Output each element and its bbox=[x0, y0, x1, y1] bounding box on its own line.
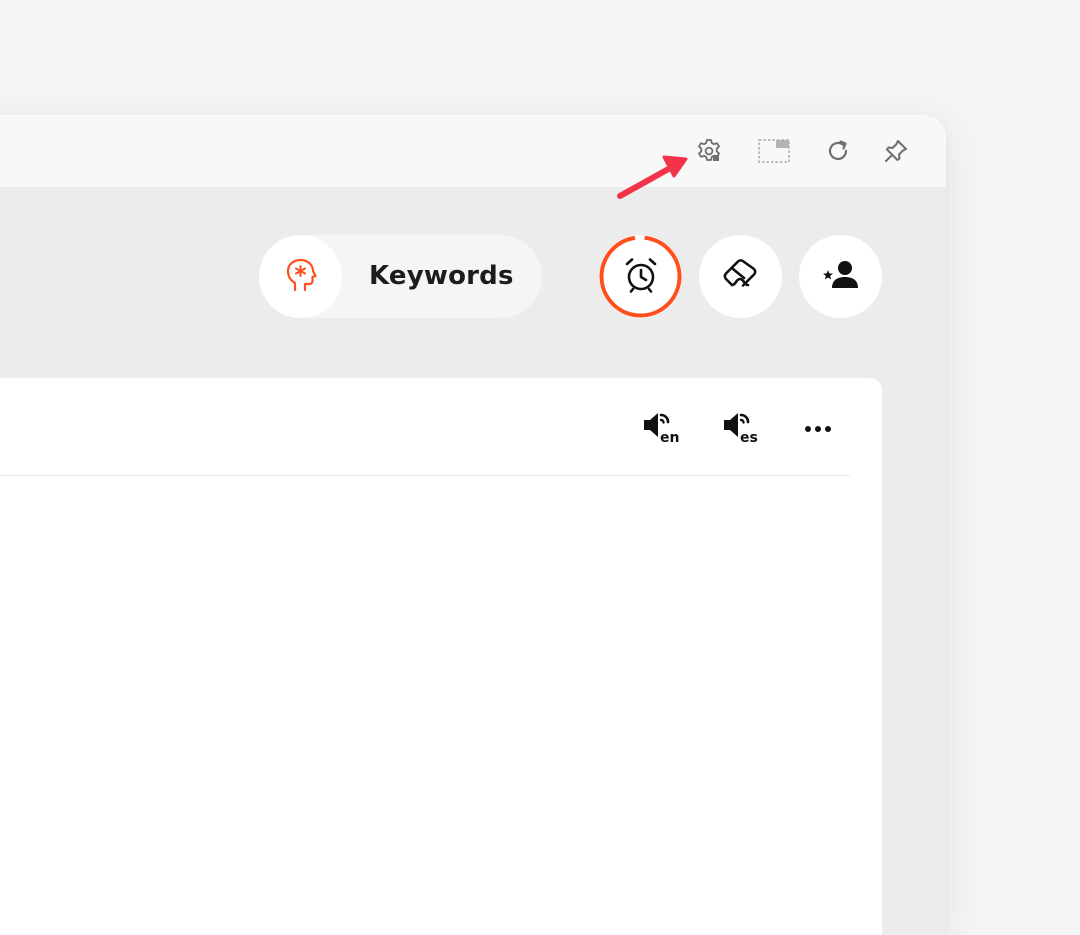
app-window: Keywords en es bbox=[0, 115, 946, 935]
picture-in-picture-button[interactable] bbox=[756, 133, 792, 169]
keywords-icon-circle bbox=[259, 235, 342, 318]
refresh-icon bbox=[824, 137, 852, 165]
alarm-button[interactable] bbox=[599, 235, 682, 318]
eraser-button[interactable] bbox=[699, 235, 782, 318]
more-button[interactable] bbox=[798, 408, 838, 448]
favorite-user-icon bbox=[820, 257, 862, 297]
picture-in-picture-icon bbox=[757, 137, 791, 165]
pin-icon bbox=[882, 137, 910, 165]
title-bar bbox=[0, 115, 946, 187]
panel-header: en es bbox=[0, 378, 850, 476]
speaker-en-icon: en bbox=[640, 406, 680, 450]
favorite-user-button[interactable] bbox=[799, 235, 882, 318]
audio-en-label: en bbox=[660, 430, 679, 446]
audio-es-label: es bbox=[740, 430, 758, 446]
refresh-button[interactable] bbox=[820, 133, 856, 169]
speaker-es-icon: es bbox=[720, 406, 760, 450]
keywords-label: Keywords bbox=[369, 261, 514, 291]
settings-icon bbox=[694, 136, 724, 166]
keywords-button[interactable]: Keywords bbox=[259, 235, 542, 318]
more-icon bbox=[803, 419, 833, 438]
content-panel: en es bbox=[0, 378, 882, 935]
brain-head-icon bbox=[282, 256, 320, 298]
timer-progress-ring bbox=[599, 235, 682, 318]
eraser-icon bbox=[721, 255, 761, 299]
audio-es-button[interactable]: es bbox=[720, 408, 760, 448]
settings-button[interactable] bbox=[691, 133, 727, 169]
audio-en-button[interactable]: en bbox=[640, 408, 680, 448]
pin-button[interactable] bbox=[878, 133, 914, 169]
